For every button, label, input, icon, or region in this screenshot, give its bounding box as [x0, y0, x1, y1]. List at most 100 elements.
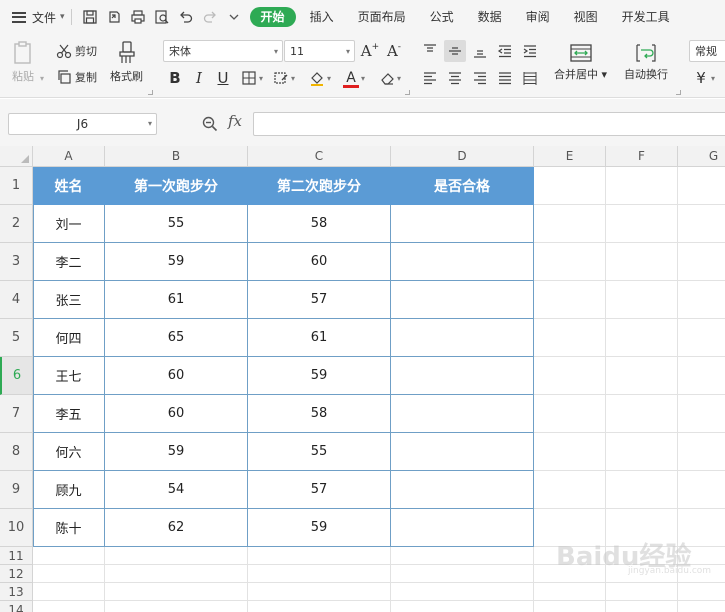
table-cell[interactable]: [391, 319, 534, 357]
table-cell[interactable]: 62: [105, 509, 248, 547]
row-header-9[interactable]: 9: [0, 471, 33, 509]
grid-cell[interactable]: [248, 583, 391, 601]
grid-cell[interactable]: [105, 583, 248, 601]
undo-icon[interactable]: [174, 5, 198, 29]
table-header-cell[interactable]: 姓名: [33, 167, 105, 205]
grid-cell[interactable]: [534, 357, 606, 395]
table-cell[interactable]: 顾九: [33, 471, 105, 509]
grid-cell[interactable]: [391, 547, 534, 565]
grid-cell[interactable]: [248, 565, 391, 583]
table-cell[interactable]: 58: [248, 205, 391, 243]
tab-page-layout[interactable]: 页面布局: [348, 5, 416, 29]
column-header-d[interactable]: D: [391, 146, 534, 167]
table-cell[interactable]: 何四: [33, 319, 105, 357]
grid-cell[interactable]: [678, 167, 725, 205]
underline-button[interactable]: U: [212, 67, 234, 89]
grid-cell[interactable]: [678, 395, 725, 433]
grid-cell[interactable]: [606, 319, 678, 357]
grid-cell[interactable]: [534, 601, 606, 612]
grid-cell[interactable]: [678, 433, 725, 471]
grid-cell[interactable]: [248, 547, 391, 565]
fill-color-button[interactable]: [306, 67, 328, 89]
grid-cell[interactable]: [606, 357, 678, 395]
insert-function-button[interactable]: fx: [228, 112, 242, 130]
table-cell[interactable]: [391, 433, 534, 471]
align-center-button[interactable]: [444, 67, 466, 89]
align-top-button[interactable]: [419, 40, 441, 62]
grid-cell[interactable]: [105, 565, 248, 583]
column-header-e[interactable]: E: [534, 146, 606, 167]
grid-cell[interactable]: [678, 583, 725, 601]
name-box[interactable]: J6 ▾: [8, 113, 157, 135]
table-cell[interactable]: 57: [248, 281, 391, 319]
grid-cell[interactable]: [248, 601, 391, 612]
table-cell[interactable]: 李五: [33, 395, 105, 433]
quick-access-more-icon[interactable]: [222, 5, 246, 29]
table-cell[interactable]: 54: [105, 471, 248, 509]
table-cell[interactable]: 55: [248, 433, 391, 471]
table-cell[interactable]: 李二: [33, 243, 105, 281]
grid-cell[interactable]: [678, 601, 725, 612]
tab-home[interactable]: 开始: [249, 7, 296, 27]
font-group-launcher[interactable]: [405, 90, 410, 95]
italic-button[interactable]: I: [188, 67, 210, 89]
grid-cell[interactable]: [534, 433, 606, 471]
tab-formulas[interactable]: 公式: [420, 5, 464, 29]
row-header-11[interactable]: 11: [0, 547, 33, 565]
row-header-5[interactable]: 5: [0, 319, 33, 357]
chevron-down-icon[interactable]: ▾: [259, 74, 263, 83]
table-cell[interactable]: 61: [105, 281, 248, 319]
table-cell[interactable]: 王七: [33, 357, 105, 395]
font-name-select[interactable]: 宋体 ▾: [163, 40, 283, 62]
grid-cell[interactable]: [678, 281, 725, 319]
table-header-cell[interactable]: 第二次跑步分: [248, 167, 391, 205]
file-menu[interactable]: 文件 ▾: [12, 5, 65, 29]
print-preview-icon[interactable]: [150, 5, 174, 29]
grid-cell[interactable]: [606, 167, 678, 205]
formula-input[interactable]: [253, 112, 725, 136]
export-icon[interactable]: [102, 5, 126, 29]
decrease-indent-button[interactable]: [494, 40, 516, 62]
row-header-4[interactable]: 4: [0, 281, 33, 319]
grid-cell[interactable]: [105, 601, 248, 612]
zoom-icon[interactable]: [201, 115, 219, 133]
grid-cell[interactable]: [105, 547, 248, 565]
chevron-down-icon[interactable]: ▾: [397, 74, 401, 83]
table-cell[interactable]: 60: [105, 395, 248, 433]
grid-cell[interactable]: [534, 395, 606, 433]
align-left-button[interactable]: [419, 67, 441, 89]
table-cell[interactable]: [391, 471, 534, 509]
tab-view[interactable]: 视图: [564, 5, 608, 29]
row-header-13[interactable]: 13: [0, 583, 33, 601]
grid-cell[interactable]: [606, 395, 678, 433]
cut-button[interactable]: 剪切: [56, 41, 97, 61]
grid-cell[interactable]: [534, 281, 606, 319]
table-cell[interactable]: 何六: [33, 433, 105, 471]
tab-developer[interactable]: 开发工具: [612, 5, 680, 29]
column-header-b[interactable]: B: [105, 146, 248, 167]
table-cell[interactable]: 59: [248, 509, 391, 547]
redo-icon[interactable]: [198, 5, 222, 29]
increase-indent-button[interactable]: [519, 40, 541, 62]
grid-cell[interactable]: [678, 319, 725, 357]
column-header-a[interactable]: A: [33, 146, 105, 167]
grid-cell[interactable]: [678, 357, 725, 395]
table-cell[interactable]: 60: [105, 357, 248, 395]
table-cell[interactable]: 57: [248, 471, 391, 509]
distributed-align-button[interactable]: [519, 67, 541, 89]
grid-cell[interactable]: [534, 205, 606, 243]
table-cell[interactable]: 61: [248, 319, 391, 357]
row-header-3[interactable]: 3: [0, 243, 33, 281]
grid-cell[interactable]: [33, 547, 105, 565]
grid-cell[interactable]: [534, 243, 606, 281]
grid-cell[interactable]: [606, 583, 678, 601]
clear-format-button[interactable]: [376, 67, 398, 89]
clipboard-group-launcher[interactable]: [148, 90, 153, 95]
justify-button[interactable]: [494, 67, 516, 89]
grid-cell[interactable]: [391, 601, 534, 612]
grid-cell[interactable]: [606, 433, 678, 471]
merge-center-button[interactable]: 合并居中 ▾: [554, 42, 607, 82]
column-header-g[interactable]: G: [678, 146, 725, 167]
currency-format-button[interactable]: ¥: [690, 67, 712, 89]
grid-cell[interactable]: [33, 601, 105, 612]
